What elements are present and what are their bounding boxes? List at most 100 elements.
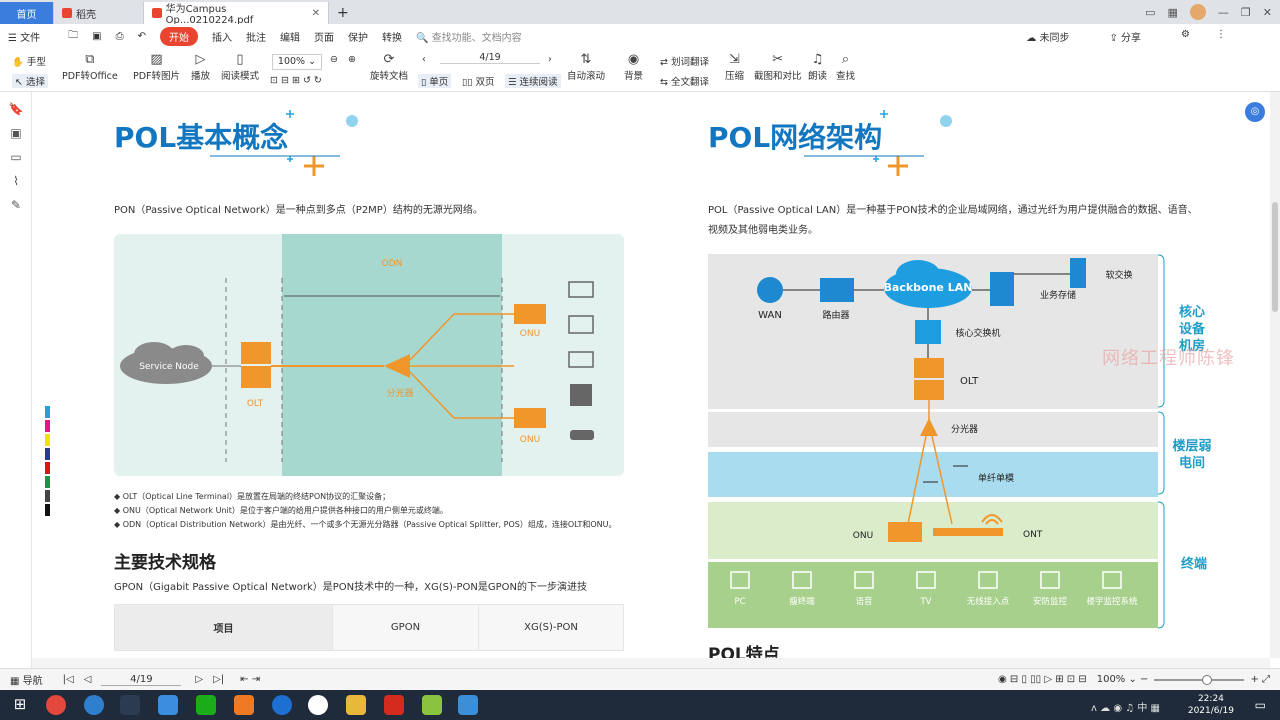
window-close-icon[interactable]: ✕ — [1263, 6, 1272, 19]
backbone-label: Backbone LAN — [884, 281, 973, 294]
storage-label: 业务存储 — [1040, 289, 1076, 301]
new-tab-button[interactable]: + — [329, 2, 357, 24]
select-tool[interactable]: ↖ 选择 — [12, 74, 48, 88]
chrome-icon[interactable] — [46, 695, 66, 715]
full-translate-button[interactable]: ⇆ 全文翻译 — [660, 74, 709, 88]
auto-scroll-button[interactable]: ⇅ 自动滚动 — [567, 52, 605, 82]
fit-icon[interactable]: ⊡ ⊟ ⊞ ↺ ↻ — [270, 75, 322, 86]
pdf-to-image-button[interactable]: ▨ PDF转图片 — [133, 52, 180, 82]
scroll-thumb[interactable] — [1272, 202, 1278, 312]
last-page-icon[interactable]: ▷| — [213, 674, 224, 685]
save-icon[interactable]: ▣ — [92, 31, 101, 42]
back-icon[interactable]: ⇤ ⇥ — [240, 674, 260, 685]
menu-start[interactable]: 开始 — [160, 26, 198, 46]
folder-icon[interactable] — [346, 695, 366, 715]
menu-edit[interactable]: 编辑 — [280, 29, 300, 44]
zoom-out-icon[interactable]: ⊖ — [330, 54, 338, 65]
pdf-to-office-button[interactable]: ⧉ PDF转Office — [62, 52, 118, 82]
file-menu[interactable]: 文件 — [20, 33, 40, 44]
wan-label: WAN — [758, 310, 782, 321]
menu-insert[interactable]: 插入 — [212, 29, 232, 44]
comment-icon[interactable]: ▭ — [0, 150, 32, 164]
single-page-button[interactable]: ▯ 单页 — [418, 74, 452, 88]
hamburger-icon[interactable]: ☰ 文件 — [8, 29, 54, 44]
word-translate-button[interactable]: ⇄ 划词翻译 — [660, 54, 709, 68]
next-page-icon[interactable]: › — [548, 54, 552, 65]
camera-app-icon[interactable] — [120, 695, 140, 715]
bird-app-icon[interactable] — [158, 695, 178, 715]
tray-icons[interactable]: ʌ ☁ ◉ ♫ 中 ▦ — [1091, 699, 1160, 714]
menu-page[interactable]: 页面 — [314, 29, 334, 44]
thumbnail-icon[interactable]: ▣ — [0, 126, 32, 140]
menu-protect[interactable]: 保护 — [348, 29, 368, 44]
view-icons[interactable]: ◉ ⊟ ▯ ▯▯ ▷ ⊞ ⊡ ⊟ — [998, 674, 1087, 685]
term-list: ◆ OLT（Optical Line Terminal）是放置在局端的终结PON… — [114, 490, 674, 532]
status-prev-icon[interactable]: ◁ — [84, 674, 92, 685]
wps-icon[interactable] — [384, 695, 404, 715]
windows-start-icon[interactable]: ⊞ — [10, 695, 30, 715]
attachment-icon[interactable]: ⌇ — [0, 174, 32, 188]
spec-intro: GPON（Gigabit Passive Optical Network）是PO… — [114, 582, 588, 593]
app-green-icon[interactable] — [422, 695, 442, 715]
hand-tool[interactable]: ✋ 手型 — [12, 54, 46, 68]
terminal-label-5: 安防监控 — [1033, 596, 1068, 607]
more-icon[interactable]: ⋮ — [1216, 29, 1226, 44]
wechat-icon[interactable] — [196, 695, 216, 715]
minimize-icon[interactable]: — — [1218, 6, 1229, 19]
avatar[interactable] — [1189, 4, 1206, 20]
status-page-input[interactable]: 4/19 — [101, 674, 182, 686]
find-button[interactable]: ⌕ 查找 — [836, 52, 855, 82]
vertical-scrollbar[interactable] — [1270, 92, 1280, 658]
assistant-icon[interactable]: ◎ — [1245, 102, 1265, 122]
app-blue-icon[interactable] — [458, 695, 478, 715]
page-input[interactable]: 4/19 — [440, 52, 540, 64]
qq-icon[interactable] — [308, 695, 328, 715]
signature-icon[interactable]: ✎ — [0, 198, 32, 212]
restore-icon[interactable]: ❐ — [1241, 6, 1251, 19]
ie-icon[interactable] — [272, 695, 292, 715]
screenshot-button[interactable]: ✂ 截图和对比 — [754, 52, 802, 82]
grid-icon[interactable]: ▦ — [1168, 6, 1178, 19]
menu-convert[interactable]: 转换 — [382, 29, 402, 44]
search-input[interactable]: 🔍 查找功能、文档内容 — [416, 29, 536, 44]
sync-button[interactable]: ☁ 未同步 — [1026, 29, 1083, 44]
layout-icon[interactable]: ▭ — [1145, 6, 1155, 19]
tab-home[interactable]: 首页 — [0, 2, 54, 24]
read-mode-button[interactable]: ▯ 阅读模式 — [221, 52, 259, 82]
first-page-icon[interactable]: |◁ — [63, 674, 74, 685]
rotate-doc-button[interactable]: ⟳ 旋转文档 — [370, 52, 408, 82]
play-button[interactable]: ▷ 播放 — [191, 52, 210, 82]
print-icon[interactable]: ⎙ — [116, 31, 124, 42]
clock[interactable]: 22:24 2021/6/19 — [1188, 693, 1234, 717]
open-icon[interactable]: 🗀 — [68, 28, 78, 45]
zoom-slider-thumb[interactable] — [1202, 674, 1213, 685]
app-orange-icon[interactable] — [234, 695, 254, 715]
pdf2img-label: PDF转图片 — [133, 71, 181, 82]
horizontal-scrollbar[interactable] — [32, 658, 1270, 668]
zoom-slider[interactable] — [1154, 674, 1245, 685]
close-icon[interactable]: ✕ — [312, 8, 320, 19]
undo-icon[interactable]: ↶ — [138, 31, 146, 42]
zoom-in-icon[interactable]: ⊕ — [348, 54, 356, 65]
tab-daoke[interactable]: 稻壳 — [54, 2, 144, 24]
status-zoom[interactable]: 100% ⌄ − — [1097, 674, 1149, 685]
zoom-plus-icon[interactable]: + ⤢ — [1250, 674, 1270, 685]
table-header-item: 项目 — [114, 604, 333, 651]
notification-icon[interactable]: ▭ — [1255, 698, 1266, 712]
nav-button[interactable]: ▦ 导航 — [10, 672, 43, 687]
double-page-button[interactable]: ▯▯ 双页 — [462, 74, 495, 88]
tab-pdf[interactable]: 华为Campus Op...0210224.pdf ✕ — [144, 2, 329, 26]
bookmark-icon[interactable]: 🔖 — [0, 102, 32, 116]
compress-button[interactable]: ⇲ 压缩 — [725, 52, 744, 82]
compress-icon: ⇲ — [729, 52, 740, 67]
prev-page-icon[interactable]: ‹ — [422, 54, 426, 65]
zoom-select[interactable]: 100% ⌄ — [272, 54, 322, 70]
status-next-icon[interactable]: ▷ — [195, 674, 203, 685]
browser-icon[interactable] — [84, 695, 104, 715]
share-button[interactable]: ⇪ 分享 — [1109, 29, 1155, 44]
continuous-read-button[interactable]: ☰ 连续阅读 — [505, 74, 561, 88]
settings-icon[interactable]: ⚙ — [1181, 29, 1190, 44]
menu-comment[interactable]: 批注 — [246, 29, 266, 44]
read-aloud-button[interactable]: ♫ 朗读 — [808, 52, 827, 82]
background-button[interactable]: ◉ 背景 — [624, 52, 643, 82]
